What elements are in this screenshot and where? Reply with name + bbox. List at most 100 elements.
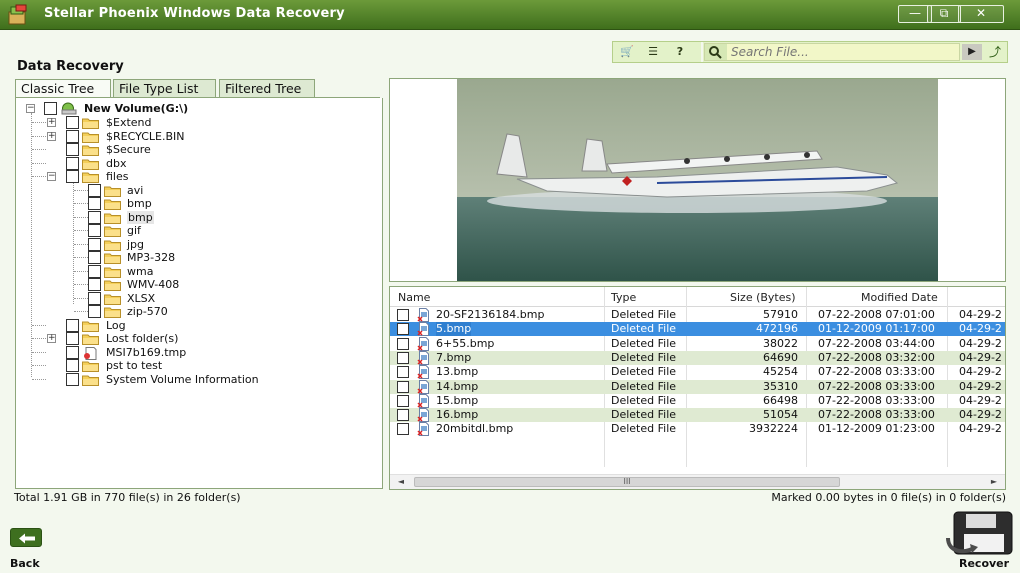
tree-checkbox[interactable] xyxy=(88,197,101,210)
column-header-name[interactable]: Name xyxy=(398,291,430,304)
collapse-icon[interactable]: − xyxy=(26,104,35,113)
tree-checkbox[interactable] xyxy=(66,143,79,156)
row-checkbox[interactable] xyxy=(397,351,409,364)
table-row[interactable]: 5.bmp Deleted File 472196 01-12-2009 01:17:… xyxy=(390,322,1005,337)
tree-checkbox[interactable] xyxy=(88,183,101,197)
tree-item[interactable]: + $Extend xyxy=(16,116,376,129)
tree-checkbox[interactable] xyxy=(88,224,101,237)
row-checkbox[interactable] xyxy=(397,409,409,422)
search-input[interactable] xyxy=(731,45,953,59)
tree-checkbox[interactable] xyxy=(88,291,101,305)
tree-checkbox[interactable] xyxy=(88,237,101,251)
tree-item[interactable]: avi xyxy=(16,183,376,197)
search-icon[interactable] xyxy=(705,44,727,60)
tree-checkbox[interactable] xyxy=(88,305,101,318)
tree-checkbox[interactable] xyxy=(88,251,101,264)
search-go-button[interactable]: ▶ xyxy=(962,44,982,60)
table-row[interactable]: 16.bmp Deleted File 51054 07-22-2008 03:33:… xyxy=(390,408,1005,423)
restore-button[interactable]: ⧉ xyxy=(927,5,961,23)
cell-type: Deleted File xyxy=(611,322,677,336)
tree-root[interactable]: − New Volume(G:\) xyxy=(26,102,376,115)
scroll-thumb[interactable]: III xyxy=(414,477,840,487)
horizontal-scrollbar[interactable]: ◄ III ► xyxy=(390,474,1005,489)
tab-classic-tree[interactable]: Classic Tree xyxy=(15,79,111,98)
app-logo-icon xyxy=(8,4,27,25)
recover-button[interactable] xyxy=(944,508,1014,558)
tree-item[interactable]: $Secure xyxy=(16,143,376,156)
table-row[interactable]: 20mbitdl.bmp Deleted File 3932224 01-12-200… xyxy=(390,422,1005,437)
back-button[interactable] xyxy=(10,528,42,547)
tree-checkbox[interactable] xyxy=(66,156,79,170)
tree-item[interactable]: pst to test xyxy=(16,359,376,372)
column-header-modified[interactable]: Modified Date xyxy=(861,291,938,304)
tab-file-type-list[interactable]: File Type List xyxy=(113,79,216,97)
tab-filtered-tree[interactable]: Filtered Tree xyxy=(219,79,315,97)
folder-icon xyxy=(82,131,99,143)
tree-checkbox[interactable] xyxy=(66,332,79,345)
tree-item[interactable]: MSI7b169.tmp xyxy=(16,345,376,360)
deleted-file-icon xyxy=(417,422,431,437)
close-button[interactable]: ✕ xyxy=(958,5,1004,23)
tree-item[interactable]: MP3-328 xyxy=(16,251,376,264)
tree-item[interactable]: − files xyxy=(16,170,376,183)
collapse-icon[interactable]: − xyxy=(47,172,56,181)
cell-extra-date: 04-29-2 xyxy=(959,408,1002,422)
tree-item[interactable]: + $RECYCLE.BIN xyxy=(16,129,376,143)
tree-guide-line xyxy=(32,351,46,353)
expand-icon[interactable]: + xyxy=(47,131,56,141)
table-row[interactable]: 20-SF2136184.bmp Deleted File 57910 07-22-2… xyxy=(390,308,1005,322)
tree-item-label: Log xyxy=(106,318,126,332)
table-row[interactable]: 13.bmp Deleted File 45254 07-22-2008 03:33:… xyxy=(390,365,1005,380)
tree-checkbox[interactable] xyxy=(66,318,79,332)
scroll-right-icon[interactable]: ► xyxy=(987,476,1001,488)
tree-item[interactable]: zip-570 xyxy=(16,305,376,318)
tree-checkbox[interactable] xyxy=(66,129,79,143)
tree-checkbox[interactable] xyxy=(88,278,101,291)
tree-item[interactable]: Log xyxy=(16,318,376,332)
row-checkbox[interactable] xyxy=(397,366,409,379)
tree-guide-line xyxy=(74,297,88,299)
tree-item[interactable]: bmp xyxy=(16,210,376,224)
table-row[interactable]: 7.bmp Deleted File 64690 07-22-2008 03:32:0… xyxy=(390,350,1005,365)
cell-extra-date: 04-29-2 xyxy=(959,336,1002,350)
expand-icon[interactable]: + xyxy=(47,118,56,127)
tree-item[interactable]: wma xyxy=(16,264,376,278)
row-checkbox[interactable] xyxy=(397,423,409,436)
tree-checkbox[interactable] xyxy=(44,102,57,115)
tree-checkbox[interactable] xyxy=(66,116,79,129)
tree-item[interactable]: bmp xyxy=(16,197,376,210)
expand-icon[interactable]: + xyxy=(47,334,56,343)
tree-item[interactable]: gif xyxy=(16,224,376,237)
tree-checkbox[interactable] xyxy=(66,359,79,372)
tree-checkbox[interactable] xyxy=(88,264,101,278)
deleted-file-icon xyxy=(417,336,431,351)
tree-checkbox[interactable] xyxy=(66,345,79,359)
table-row[interactable]: 6+55.bmp Deleted File 38022 07-22-2008 03:4… xyxy=(390,336,1005,351)
row-checkbox[interactable] xyxy=(397,394,409,407)
tree-checkbox[interactable] xyxy=(88,210,101,224)
report-icon[interactable]: ☰ xyxy=(643,44,663,60)
tree-item[interactable]: + Lost folder(s) xyxy=(16,332,376,345)
scroll-left-icon[interactable]: ◄ xyxy=(394,476,408,488)
tree-checkbox[interactable] xyxy=(66,170,79,183)
row-checkbox[interactable] xyxy=(397,380,409,393)
tree-item[interactable]: WMV-408 xyxy=(16,278,376,291)
tree-checkbox[interactable] xyxy=(66,372,79,386)
column-header-size[interactable]: Size (Bytes) xyxy=(730,291,796,304)
tree-item[interactable]: XLSX xyxy=(16,291,376,305)
tree-guide-line xyxy=(32,162,46,164)
cell-name: 20-SF2136184.bmp xyxy=(436,308,545,321)
column-header-type[interactable]: Type xyxy=(611,291,636,304)
tree-item[interactable]: dbx xyxy=(16,156,376,170)
row-checkbox[interactable] xyxy=(397,309,409,321)
tree-item[interactable]: System Volume Information xyxy=(16,372,376,386)
row-checkbox[interactable] xyxy=(397,323,409,336)
help-icon[interactable]: ? xyxy=(670,44,690,60)
row-checkbox[interactable] xyxy=(397,337,409,350)
cell-extra-date: 04-29-2 xyxy=(959,365,1002,379)
tree-item[interactable]: jpg xyxy=(16,237,376,251)
export-icon[interactable]: ⤴ xyxy=(985,44,1005,60)
cart-icon[interactable]: 🛒 xyxy=(617,44,637,60)
table-row[interactable]: 15.bmp Deleted File 66498 07-22-2008 03:33:… xyxy=(390,393,1005,408)
table-row[interactable]: 14.bmp Deleted File 35310 07-22-2008 03:33:… xyxy=(390,379,1005,394)
